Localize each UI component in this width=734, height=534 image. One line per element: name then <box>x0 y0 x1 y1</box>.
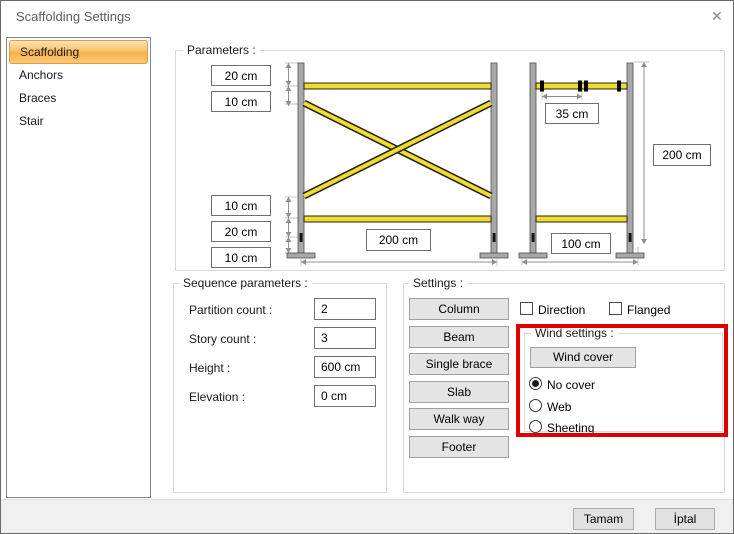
dim-bottom-spacing-3: 10 cm <box>211 247 271 268</box>
direction-checkbox[interactable] <box>520 302 533 315</box>
elevation-input[interactable] <box>314 385 376 407</box>
wind-cover-button[interactable]: Wind cover <box>530 347 636 368</box>
web-radio[interactable] <box>529 399 542 412</box>
walk-way-button[interactable]: Walk way <box>409 408 509 430</box>
sheeting-radio[interactable] <box>529 420 542 433</box>
story-count-input[interactable] <box>314 327 376 349</box>
partition-count-label: Partition count : <box>189 303 272 317</box>
story-count-label: Story count : <box>189 332 256 346</box>
dialog-title: Scaffolding Settings <box>16 9 131 24</box>
column-button[interactable]: Column <box>409 298 509 320</box>
partition-count-input[interactable] <box>314 298 376 320</box>
sidebar-item-scaffolding[interactable]: Scaffolding <box>9 40 148 64</box>
wind-settings-group-label: Wind settings : <box>531 326 618 340</box>
flanged-checkbox[interactable] <box>609 302 622 315</box>
height-input[interactable] <box>314 356 376 378</box>
direction-checkbox-label: Direction <box>538 303 585 317</box>
settings-group-label: Settings : <box>409 276 467 290</box>
cancel-button[interactable]: İptal <box>655 508 715 530</box>
sidebar-item-anchors[interactable]: Anchors <box>9 64 148 87</box>
sheeting-radio-label: Sheeting <box>547 421 594 435</box>
dialog-footer: Tamam İptal <box>1 499 733 534</box>
single-brace-button[interactable]: Single brace <box>409 353 509 375</box>
dim-bottom-spacing-2: 20 cm <box>211 221 271 242</box>
scaffolding-settings-dialog: Scaffolding Settings ✕ Scaffolding Ancho… <box>0 0 734 534</box>
elevation-label: Elevation : <box>189 390 245 404</box>
title-bar: Scaffolding Settings ✕ <box>1 1 733 32</box>
slab-button[interactable]: Slab <box>409 381 509 403</box>
sidebar-item-stair[interactable]: Stair <box>9 110 148 133</box>
sequence-group-label: Sequence parameters : <box>179 276 312 290</box>
no-cover-radio-label: No cover <box>547 378 595 392</box>
dim-top-offset: 20 cm <box>211 65 271 86</box>
dim-top-spacing: 10 cm <box>211 91 271 112</box>
sidebar-item-braces[interactable]: Braces <box>9 87 148 110</box>
dim-frame-height: 200 cm <box>653 144 711 166</box>
no-cover-radio[interactable] <box>529 377 542 390</box>
dim-bottom-spacing-1: 10 cm <box>211 195 271 216</box>
dim-clamp-spacing: 35 cm <box>545 103 599 124</box>
dim-bay-width: 200 cm <box>366 229 431 251</box>
web-radio-label: Web <box>547 400 571 414</box>
close-icon[interactable]: ✕ <box>703 5 731 28</box>
beam-button[interactable]: Beam <box>409 326 509 348</box>
ok-button[interactable]: Tamam <box>573 508 634 530</box>
flanged-checkbox-label: Flanged <box>627 303 670 317</box>
footer-button[interactable]: Footer <box>409 436 509 458</box>
category-sidebar: Scaffolding Anchors Braces Stair <box>6 37 151 498</box>
height-label: Height : <box>189 361 230 375</box>
dim-frame-depth: 100 cm <box>551 233 611 254</box>
